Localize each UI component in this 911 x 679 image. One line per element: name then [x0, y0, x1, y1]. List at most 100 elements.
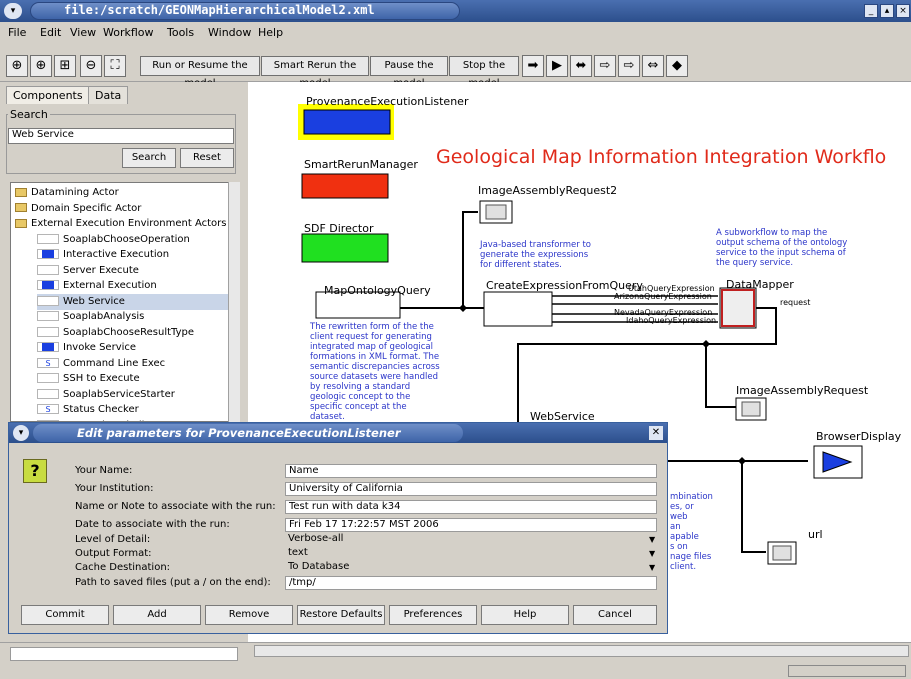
hollow-arrow-icon[interactable]: ⇨ — [594, 55, 616, 77]
createexpr-label[interactable]: CreateExpressionFromQuery — [486, 279, 643, 292]
tree-item[interactable]: SoaplabAnalysis — [37, 309, 229, 325]
java-note: Java-based transformer to generate the e… — [480, 240, 592, 270]
search-button[interactable]: Search — [122, 148, 176, 168]
note-field[interactable]: Test run with data k34 — [285, 500, 657, 514]
tree-item-label: SoaplabChooseOperation — [63, 233, 190, 245]
help-button[interactable]: Help — [481, 605, 569, 625]
cancel-button[interactable]: Cancel — [573, 605, 657, 625]
menu-edit[interactable]: Edit — [40, 26, 61, 39]
menu-window[interactable]: Window — [208, 26, 251, 39]
add-button[interactable]: Add — [113, 605, 201, 625]
window-title-bar: ▾ file:/scratch/GEONMapHierarchicalModel… — [0, 0, 911, 22]
provenance-label[interactable]: ProvenanceExecutionListener — [306, 95, 468, 108]
menu-help[interactable]: Help — [258, 26, 283, 39]
preferences-button[interactable]: Preferences — [389, 605, 477, 625]
actor-icon — [37, 388, 59, 399]
commit-button[interactable]: Commit — [21, 605, 109, 625]
smartrerun-label[interactable]: SmartRerunManager — [304, 158, 418, 171]
partial-note: mbination es, or web an apable s on nage… — [670, 492, 713, 572]
dialog-close-icon[interactable]: ✕ — [649, 426, 663, 440]
tree-item[interactable]: SSH to Execute — [37, 371, 229, 387]
datamapper-label[interactable]: DataMapper — [726, 278, 794, 291]
arrow-right-icon[interactable]: ➡ — [522, 55, 544, 77]
request-port-label: request — [780, 298, 811, 307]
run-button[interactable]: Run or Resume the model — [140, 56, 260, 89]
minimize-icon[interactable]: _ — [864, 4, 878, 18]
smart-rerun-button[interactable]: Smart Rerun the model — [261, 56, 369, 89]
date-field[interactable]: Fri Feb 17 17:22:57 MST 2006 — [285, 518, 657, 532]
tree-item[interactable]: SoaplabChooseOperation — [37, 232, 229, 248]
tree-item[interactable]: Interactive Execution — [37, 247, 229, 263]
reset-button[interactable]: Reset — [180, 148, 234, 168]
path-field[interactable]: /tmp/ — [285, 576, 657, 590]
arrow-right-bar-icon[interactable]: ▶ — [546, 55, 568, 77]
close-icon[interactable]: × — [896, 4, 910, 18]
double-arrow-icon[interactable]: ⬌ — [570, 55, 592, 77]
progress-field — [788, 665, 906, 677]
pause-button[interactable]: Pause the model — [370, 56, 448, 89]
imgasm2-label[interactable]: ImageAssemblyRequest2 — [478, 184, 617, 197]
restore-defaults-button[interactable]: Restore Defaults — [297, 605, 385, 625]
hollow-double-arrow-icon[interactable]: ⇔ — [642, 55, 664, 77]
hollow-arrow-bar-icon[interactable]: ⇨ — [618, 55, 640, 77]
createexpr-block — [483, 291, 553, 327]
stop-button[interactable]: Stop the model — [449, 56, 519, 89]
tree-item[interactable]: S Command Line Exec — [37, 356, 229, 372]
tree-item[interactable]: SoaplabServiceStarter — [37, 387, 229, 403]
detail-select[interactable]: Verbose-all — [285, 533, 657, 547]
zoom-fit-icon[interactable]: ⊞ — [54, 55, 76, 77]
cache-label: Cache Destination: — [75, 562, 171, 573]
menu-bar: File Edit View Workflow Tools Window Hel… — [0, 22, 911, 42]
mapontology-label[interactable]: MapOntologyQuery — [324, 284, 431, 297]
tree-item[interactable]: Server Execute — [37, 263, 229, 279]
format-label: Output Format: — [75, 548, 152, 559]
overview-panel[interactable] — [10, 647, 238, 661]
sdf-label[interactable]: SDF Director — [304, 222, 373, 235]
actor-arrow-icon — [37, 280, 59, 290]
window-menu-button[interactable]: ▾ — [4, 3, 22, 19]
maximize-icon[interactable]: ▴ — [880, 4, 894, 18]
zoom-in-icon[interactable]: ⊕ — [6, 55, 28, 77]
canvas-hscrollbar[interactable] — [254, 645, 909, 657]
institution-field[interactable]: University of California — [285, 482, 657, 496]
tab-components[interactable]: Components — [6, 86, 90, 104]
actor-icon — [37, 373, 59, 383]
menu-file[interactable]: File — [8, 26, 26, 39]
tree-item-label: External Execution — [63, 280, 157, 291]
name-field[interactable]: Name — [285, 464, 657, 478]
component-tree[interactable]: Datamining Actor Domain Specific Actor Ext… — [10, 182, 230, 422]
format-select[interactable]: text — [285, 547, 657, 561]
tree-item[interactable]: Web Service — [37, 293, 229, 310]
actor-s-icon: S — [37, 404, 59, 414]
search-input[interactable]: Web Service — [8, 128, 234, 144]
tree-item[interactable]: SoaplabChooseResultType — [37, 325, 229, 341]
sdf-director-block — [301, 233, 389, 263]
remove-button[interactable]: Remove — [205, 605, 293, 625]
menu-view[interactable]: View — [70, 26, 96, 39]
tree-item[interactable]: S Status Checker — [37, 402, 229, 418]
date-label: Date to associate with the run: — [75, 519, 230, 530]
cache-select[interactable]: To Database — [285, 561, 657, 575]
menu-workflow[interactable]: Workflow — [103, 26, 154, 39]
zoom-out-icon[interactable]: ⊖ — [80, 55, 102, 77]
actor-icon — [37, 295, 59, 306]
tree-item[interactable]: Domain Specific Actor — [13, 201, 229, 217]
browser-label[interactable]: BrowserDisplay — [816, 430, 901, 443]
datamapper-block — [719, 287, 757, 329]
tab-data[interactable]: Data — [88, 86, 129, 104]
menu-tools[interactable]: Tools — [167, 26, 194, 39]
select-arrows[interactable]: ▼ ▼ ▼ — [649, 533, 659, 575]
tree-item[interactable]: External Execution — [37, 278, 229, 294]
zoom-reset-icon[interactable]: ⊕ — [30, 55, 52, 77]
tree-scrollbar[interactable] — [228, 182, 240, 422]
fullscreen-icon[interactable]: ⛶ — [104, 55, 126, 77]
imgasm-label[interactable]: ImageAssemblyRequest — [736, 384, 868, 397]
url-label[interactable]: url — [808, 528, 823, 541]
diamond-icon[interactable]: ◆ — [666, 55, 688, 77]
tree-item-label: External Execution Environment Actors — [31, 218, 227, 229]
dialog-menu-icon[interactable]: ▾ — [13, 425, 29, 441]
tree-item[interactable]: Invoke Service — [37, 340, 229, 356]
tree-item[interactable]: Datamining Actor — [13, 185, 229, 201]
tree-item-label: SoaplabChooseResultType — [63, 326, 194, 338]
tree-item[interactable]: External Execution Environment Actors — [13, 216, 229, 232]
